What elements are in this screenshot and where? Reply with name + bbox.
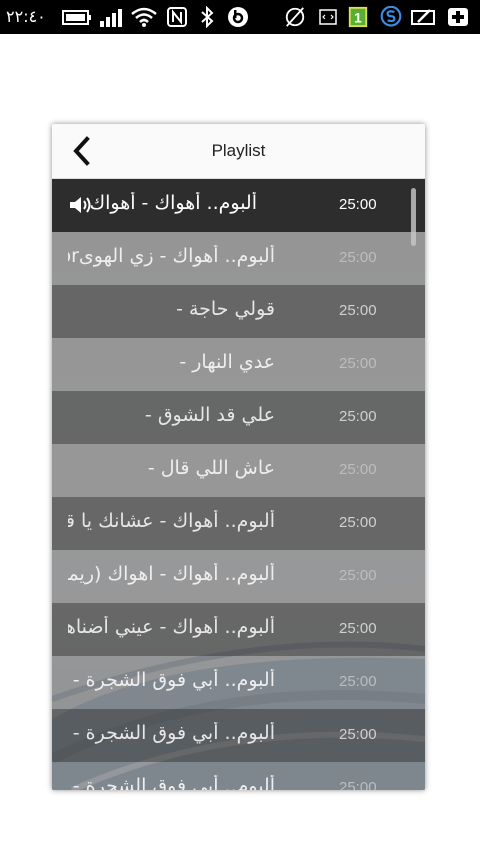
playlist-list[interactable]: ألبوم.. أهواك - أهواك 25:00 ألبوم.. أهوا…	[52, 179, 425, 790]
playlist-row[interactable]: ألبوم.. أبي فوق الشجرة - بتلوموني 25:00	[52, 762, 425, 790]
svg-text:1: 1	[354, 11, 362, 26]
track-duration: 25:00	[339, 726, 377, 743]
playlist-row[interactable]: عاش اللي قال - 25:00	[52, 444, 425, 497]
battery-icon	[62, 10, 91, 25]
playlist-row[interactable]: علي قد الشوق - 25:00	[52, 391, 425, 444]
track-title: ألبوم.. أبي فوق الشجرة - بتلوموني	[68, 775, 275, 790]
track-title: ألبوم.. أهواك - عشانك يا قمر	[68, 510, 275, 532]
track-duration: 25:00	[339, 514, 377, 531]
dialog-header: Playlist	[52, 124, 425, 179]
playlist-row[interactable]: ألبوم.. أهواك - زي الهوىauthor 25:00	[52, 232, 425, 285]
track-duration: 25:00	[339, 461, 377, 478]
playlist-row[interactable]: ألبوم.. أهواك - أهواك 25:00	[52, 179, 425, 232]
track-duration: 25:00	[339, 408, 377, 425]
track-title: قولي حاجة -	[176, 298, 275, 320]
track-title: ألبوم.. أبي فوق الشجرة - اهواك	[68, 669, 275, 691]
track-title: ألبوم.. أهواك - زي الهوىauthor	[68, 245, 275, 267]
track-title: ألبوم.. أهواك - اهواك (ريمكس)	[68, 563, 275, 585]
track-duration: 25:00	[339, 620, 377, 637]
playlist-dialog: Playlist ألبوم.. أهواك - أهواك 25:00 ألب…	[52, 124, 425, 790]
track-title: عاش اللي قال -	[147, 457, 275, 479]
playlist-row[interactable]: ألبوم.. أبي فوق الشجرة - اهواك 25:00	[52, 656, 425, 709]
track-duration: 25:00	[339, 673, 377, 690]
edit-icon	[411, 9, 435, 25]
track-title: علي قد الشوق -	[144, 404, 275, 426]
wifi-icon	[131, 7, 157, 27]
playlist-row[interactable]: ألبوم.. أهواك - اهواك (ريمكس) 25:00	[52, 550, 425, 603]
track-duration: 25:00	[339, 567, 377, 584]
dialog-title: Playlist	[211, 141, 266, 160]
nfc-icon	[167, 7, 187, 27]
track-duration: 25:00	[339, 196, 377, 213]
playlist-row[interactable]: ألبوم.. أبي فوق الشجرة - أعز الناس 25:00	[52, 709, 425, 762]
developer-icon	[319, 9, 337, 25]
playlist-row[interactable]: قولي حاجة - 25:00	[52, 285, 425, 338]
track-duration: 25:00	[339, 779, 377, 790]
signal-icon	[100, 9, 122, 27]
track-duration: 25:00	[339, 355, 377, 372]
track-duration: 25:00	[339, 302, 377, 319]
notification-one-icon: 1	[348, 6, 368, 28]
bluetooth-icon	[201, 6, 214, 28]
track-title: ألبوم.. أهواك - أهواك	[89, 192, 257, 214]
playlist-row[interactable]: ألبوم.. أهواك - عشانك يا قمر 25:00	[52, 497, 425, 550]
track-duration: 25:00	[339, 249, 377, 266]
scrollbar[interactable]	[411, 188, 416, 246]
track-title: ألبوم.. أهواك - عيني أضناها السهر	[68, 616, 275, 638]
track-title: ألبوم.. أبي فوق الشجرة - أعز الناس	[68, 722, 275, 744]
track-title: عدي النهار -	[179, 351, 275, 373]
status-bar: ٢٢:٤٠ 1	[0, 0, 480, 34]
playlist-row[interactable]: ألبوم.. أهواك - عيني أضناها السهر 25:00	[52, 603, 425, 656]
playlist-row[interactable]: عدي النهار - 25:00	[52, 338, 425, 391]
status-time: ٢٢:٤٠	[6, 7, 46, 26]
beats-icon	[228, 7, 248, 27]
add-icon	[448, 8, 468, 26]
swype-icon	[380, 6, 402, 27]
sync-off-icon	[285, 7, 305, 27]
